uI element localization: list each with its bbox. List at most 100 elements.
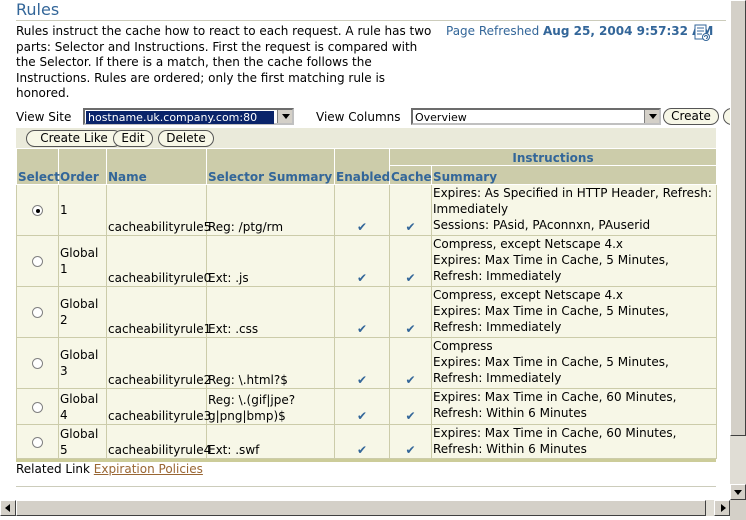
- instructions-summary-cell: Compress Expires: Max Time in Cache, 5 Mi…: [431, 337, 717, 389]
- cache-cell: ✔: [389, 235, 432, 287]
- horizontal-scrollbar[interactable]: [0, 500, 730, 516]
- cache-cell: ✔: [389, 286, 432, 338]
- enabled-cell: ✔: [334, 235, 390, 287]
- page-title: Rules: [16, 0, 60, 19]
- table-row[interactable]: Global 1 cacheabilityrule0 Ext: .js ✔ ✔ Compr…: [16, 235, 717, 287]
- table-row[interactable]: Global 4 cacheabilityrule3 Reg: \.(gif|jpe…: [16, 388, 717, 425]
- view-columns-select[interactable]: Overview: [411, 108, 661, 125]
- checkmark-icon: ✔: [356, 409, 368, 423]
- selector-summary-cell: Reg: /ptg/rm: [206, 184, 335, 236]
- page-refreshed: Page Refreshed Aug 25, 2004 9:57:32 AM: [446, 24, 713, 38]
- refresh-icon[interactable]: [694, 24, 710, 42]
- enabled-cell: ✔: [334, 184, 390, 236]
- page-viewport: Rules Rules instruct the cache how to re…: [0, 0, 730, 500]
- table-row[interactable]: Global 3 cacheabilityrule2 Reg: \.html?$ ✔ ✔…: [16, 337, 717, 389]
- delete-button[interactable]: Delete: [158, 130, 214, 147]
- rule-name-cell: cacheabilityrule1: [106, 286, 211, 338]
- row-select-radio[interactable]: [32, 401, 43, 413]
- select-cell: [16, 337, 59, 389]
- rules-table-container: Create Like Edit Delete Select Order Nam…: [16, 128, 717, 462]
- checkmark-icon: ✔: [356, 443, 368, 457]
- order-cell: Global 4: [58, 388, 107, 425]
- summary-line: Expires: Max Time in Cache, 5 Minutes, R…: [433, 355, 669, 385]
- select-cell: [16, 184, 59, 236]
- view-columns-label: View Columns: [316, 110, 401, 124]
- select-cell: [16, 286, 59, 338]
- summary-line: Expires: As Specified in HTTP Header, Re…: [433, 186, 712, 216]
- partial-button[interactable]: [723, 108, 730, 125]
- select-cell: [16, 424, 59, 459]
- table-row[interactable]: Global 5 cacheabilityrule4 Ext: .swf ✔ ✔ Expi…: [16, 424, 717, 459]
- selector-summary-cell: Reg: \.(gif|jpe?g|png|bmp)$: [206, 388, 335, 425]
- order-cell: Global 2: [58, 286, 107, 338]
- chevron-down-icon[interactable]: [277, 110, 292, 123]
- scrollbar-corner: [730, 500, 746, 520]
- view-site-value: hostname.uk.company.com:80: [86, 111, 274, 124]
- page-description: Rules instruct the cache how to react to…: [16, 24, 432, 100]
- rule-name-cell: cacheabilityrule2: [106, 337, 211, 389]
- header-selector-summary: Selector Summary: [206, 148, 335, 185]
- table-toolbar: Create Like Edit Delete: [16, 128, 716, 148]
- select-cell: [16, 235, 59, 287]
- row-select-radio[interactable]: [32, 358, 43, 369]
- summary-line: Compress, except Netscape 4.x: [433, 288, 624, 302]
- scroll-right-icon[interactable]: [714, 500, 730, 516]
- table-row[interactable]: Global 2 cacheabilityrule1 Ext: .css ✔ ✔ Comp…: [16, 286, 717, 338]
- cache-cell: ✔: [389, 337, 432, 389]
- chevron-down-icon[interactable]: [644, 110, 659, 123]
- header-summary: Summary: [431, 165, 717, 185]
- rule-name-cell: cacheabilityrule0: [106, 235, 211, 287]
- refresh-label: Page Refreshed: [446, 24, 540, 38]
- create-button[interactable]: Create: [663, 108, 719, 125]
- instructions-summary-cell: Compress, except Netscape 4.x Expires: Ma…: [431, 235, 717, 287]
- scroll-down-icon[interactable]: [730, 484, 746, 500]
- summary-line: Compress: [433, 339, 493, 353]
- scroll-left-icon[interactable]: [0, 500, 16, 516]
- checkmark-icon: ✔: [356, 322, 368, 336]
- cache-cell: ✔: [389, 424, 432, 459]
- row-select-radio[interactable]: [32, 436, 43, 448]
- create-like-button[interactable]: Create Like: [26, 130, 122, 147]
- checkmark-icon: ✔: [356, 271, 368, 285]
- summary-line: Sessions: PAsid, PAconnxn, PAuserid: [433, 218, 651, 232]
- summary-line: Expires: Max Time in Cache, 60 Minutes, …: [433, 390, 677, 420]
- summary-line: Compress, except Netscape 4.x: [433, 237, 624, 251]
- checkmark-icon: ✔: [405, 373, 416, 387]
- header-cache: Cache: [389, 165, 432, 185]
- checkmark-icon: ✔: [356, 373, 368, 387]
- summary-line: Expires: Max Time in Cache, 5 Minutes, R…: [433, 304, 669, 334]
- expiration-policies-link[interactable]: Expiration Policies: [94, 462, 203, 476]
- view-site-label: View Site: [16, 110, 72, 124]
- instructions-summary-cell: Expires: Max Time in Cache, 60 Minutes, …: [431, 424, 717, 459]
- enabled-cell: ✔: [334, 424, 390, 459]
- select-cell: [16, 388, 59, 425]
- instructions-summary-cell: Expires: Max Time in Cache, 60 Minutes, …: [431, 388, 717, 425]
- selector-summary-cell: Ext: .js: [206, 235, 335, 287]
- summary-line: Expires: Max Time in Cache, 60 Minutes, …: [433, 426, 677, 456]
- rule-name-cell: cacheabilityrule5: [106, 184, 211, 236]
- view-site-select[interactable]: hostname.uk.company.com:80: [83, 108, 294, 125]
- rules-table: Select Order Name Selector Summary Enabl…: [16, 148, 717, 459]
- checkmark-icon: ✔: [405, 409, 416, 423]
- horizontal-scroll-thumb[interactable]: [16, 500, 706, 516]
- order-cell: Global 3: [58, 337, 107, 389]
- row-select-radio[interactable]: [32, 307, 43, 318]
- vertical-scrollbar[interactable]: [730, 0, 746, 500]
- row-select-radio[interactable]: [32, 205, 43, 216]
- enabled-cell: ✔: [334, 388, 390, 425]
- title-divider: [16, 20, 726, 21]
- summary-line: Expires: Max Time in Cache, 5 Minutes, R…: [433, 253, 669, 283]
- selector-summary-cell: Ext: .swf: [206, 424, 335, 459]
- enabled-cell: ✔: [334, 337, 390, 389]
- checkmark-icon: ✔: [356, 220, 368, 234]
- edit-button[interactable]: Edit: [113, 130, 153, 147]
- header-select: Select: [16, 148, 60, 185]
- order-cell: Global 1: [58, 235, 107, 287]
- table-row[interactable]: 1 cacheabilityrule5 Reg: /ptg/rm ✔ ✔ Expires:…: [16, 184, 717, 236]
- header-order: Order: [58, 148, 107, 185]
- instructions-summary-cell: Expires: As Specified in HTTP Header, Re…: [431, 184, 717, 236]
- footer-divider: [16, 486, 716, 487]
- row-select-radio[interactable]: [32, 256, 43, 267]
- vertical-scroll-thumb[interactable]: [730, 0, 746, 436]
- rule-name-cell: cacheabilityrule3: [106, 388, 211, 425]
